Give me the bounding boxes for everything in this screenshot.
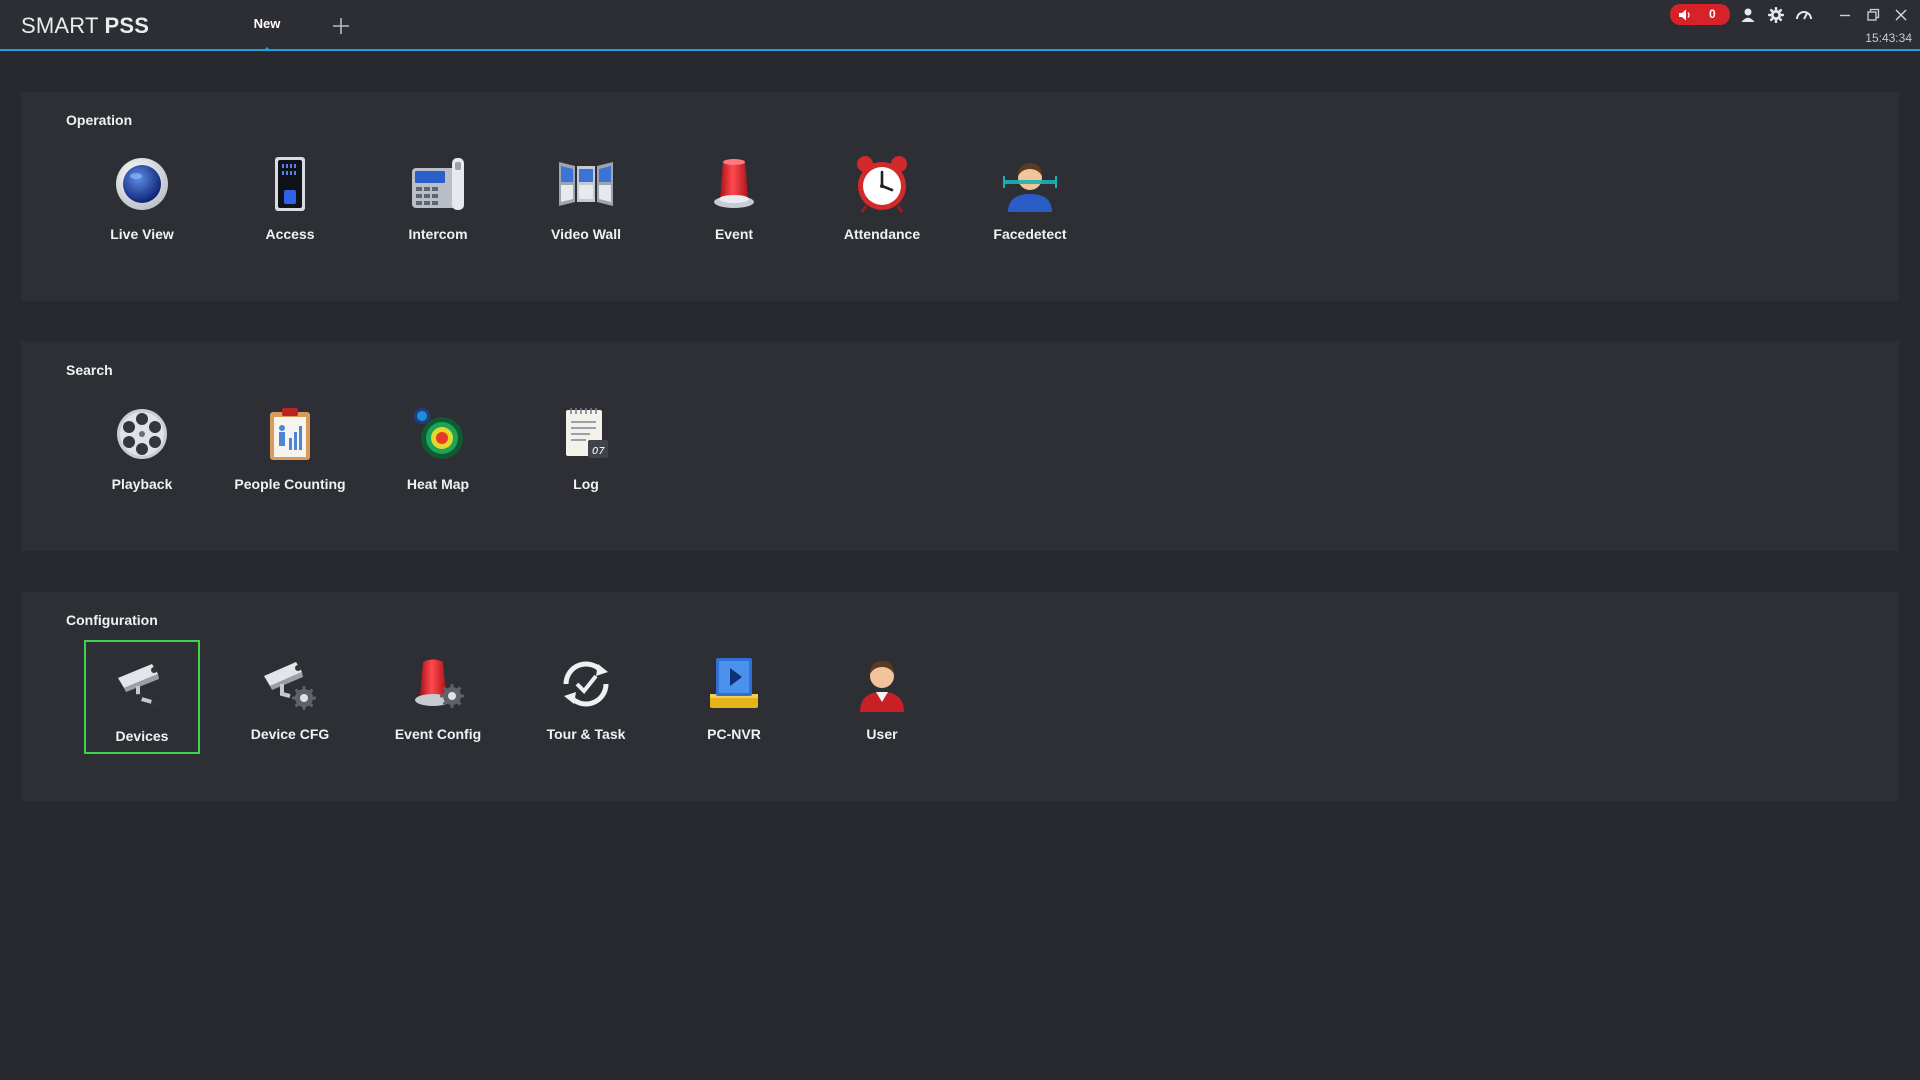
intercom-tile[interactable]: Intercom bbox=[380, 146, 496, 260]
speedometer-icon bbox=[1796, 11, 1812, 20]
app-title-strong: PSS bbox=[104, 13, 150, 38]
user-icon bbox=[1741, 8, 1755, 22]
event-tile[interactable]: Event bbox=[676, 146, 792, 260]
tile-label: Heat Map bbox=[406, 476, 470, 492]
settings-button[interactable] bbox=[1767, 6, 1785, 24]
video-wall-icon bbox=[559, 162, 613, 206]
tile-label: Event bbox=[714, 226, 754, 242]
attendance-tile[interactable]: Attendance bbox=[824, 146, 940, 260]
people-counting-tile[interactable]: People Counting bbox=[232, 396, 348, 510]
restore-button[interactable] bbox=[1864, 6, 1882, 24]
tab-new[interactable]: New bbox=[246, 0, 288, 51]
video-wall-tile[interactable]: Video Wall bbox=[528, 146, 644, 260]
operation-section-title: Operation bbox=[66, 112, 133, 128]
heat-map-icon bbox=[414, 408, 463, 459]
app-title-light: SMART bbox=[21, 13, 99, 38]
live-view-tile[interactable]: Live View bbox=[84, 146, 200, 260]
tour-task-tile[interactable]: Tour & Task bbox=[528, 646, 644, 760]
event-config-icon bbox=[415, 659, 464, 708]
user-icon bbox=[860, 661, 904, 712]
pc-nvr-icon bbox=[710, 658, 758, 708]
performance-button[interactable] bbox=[1795, 6, 1813, 24]
tile-label: Log bbox=[573, 476, 599, 492]
tile-label: Devices bbox=[115, 728, 169, 744]
minimize-button[interactable] bbox=[1836, 6, 1854, 24]
devices-tile[interactable]: Devices bbox=[84, 640, 200, 754]
tile-label: Intercom bbox=[408, 226, 468, 242]
user-button[interactable] bbox=[1739, 6, 1757, 24]
clock: 15:43:34 bbox=[1865, 31, 1912, 45]
facedetect-icon bbox=[1003, 163, 1057, 212]
configuration-section-title: Configuration bbox=[66, 612, 158, 628]
tour-task-icon bbox=[563, 661, 609, 707]
gear-icon bbox=[1768, 7, 1784, 23]
log-tile[interactable]: 07 Log bbox=[528, 396, 644, 510]
user-tile[interactable]: User bbox=[824, 646, 940, 760]
close-icon bbox=[1895, 9, 1907, 21]
tile-label: Playback bbox=[111, 476, 173, 492]
speaker-icon bbox=[1679, 9, 1690, 20]
tab-new-label: New bbox=[253, 16, 281, 31]
alarm-count: 0 bbox=[1709, 7, 1716, 21]
pc-nvr-tile[interactable]: PC-NVR bbox=[676, 646, 792, 760]
device-cfg-icon bbox=[264, 662, 316, 710]
tab-active-indicator bbox=[263, 47, 271, 51]
tile-label: User bbox=[866, 726, 898, 742]
operation-section: Operation Live View Access Intercom Vide… bbox=[21, 92, 1899, 301]
live-view-icon bbox=[116, 158, 168, 210]
tile-label: Device CFG bbox=[250, 726, 330, 742]
access-icon bbox=[275, 157, 305, 211]
playback-tile[interactable]: Playback bbox=[84, 396, 200, 510]
people-counting-icon bbox=[270, 408, 310, 460]
tile-label: Facedetect bbox=[993, 226, 1067, 242]
devices-icon bbox=[118, 664, 161, 708]
event-config-tile[interactable]: Event Config bbox=[380, 646, 496, 760]
tile-label: PC-NVR bbox=[707, 726, 761, 742]
tile-label: Event Config bbox=[394, 726, 482, 742]
device-cfg-tile[interactable]: Device CFG bbox=[232, 646, 348, 760]
tile-label: Access bbox=[265, 226, 315, 242]
svg-text:07: 07 bbox=[592, 446, 605, 457]
configuration-section: Configuration Devices Device CFG Event C… bbox=[21, 592, 1899, 801]
event-icon bbox=[714, 159, 754, 208]
tile-label: Video Wall bbox=[550, 226, 621, 242]
title-bar: SMART PSS New 0 15:43:34 bbox=[0, 0, 1920, 51]
log-icon: 07 bbox=[566, 408, 608, 458]
access-tile[interactable]: Access bbox=[232, 146, 348, 260]
heat-map-tile[interactable]: Heat Map bbox=[380, 396, 496, 510]
app-title: SMART PSS bbox=[21, 13, 149, 39]
close-button[interactable] bbox=[1892, 6, 1910, 24]
intercom-icon bbox=[412, 158, 464, 210]
playback-icon bbox=[117, 409, 167, 459]
search-section: Search Playback People Counting Heat Map… bbox=[21, 342, 1899, 551]
restore-icon bbox=[1867, 8, 1880, 21]
tile-label: Tour & Task bbox=[546, 726, 626, 742]
add-tab-button[interactable] bbox=[331, 16, 351, 36]
tile-label: Live View bbox=[110, 226, 174, 242]
tile-label: Attendance bbox=[843, 226, 921, 242]
facedetect-tile[interactable]: Facedetect bbox=[972, 146, 1088, 260]
tile-label: People Counting bbox=[234, 476, 346, 492]
plus-icon bbox=[333, 18, 349, 34]
attendance-icon bbox=[857, 156, 907, 213]
search-section-title: Search bbox=[66, 362, 113, 378]
minimize-icon bbox=[1840, 14, 1850, 17]
alarm-button[interactable]: 0 bbox=[1670, 4, 1730, 25]
